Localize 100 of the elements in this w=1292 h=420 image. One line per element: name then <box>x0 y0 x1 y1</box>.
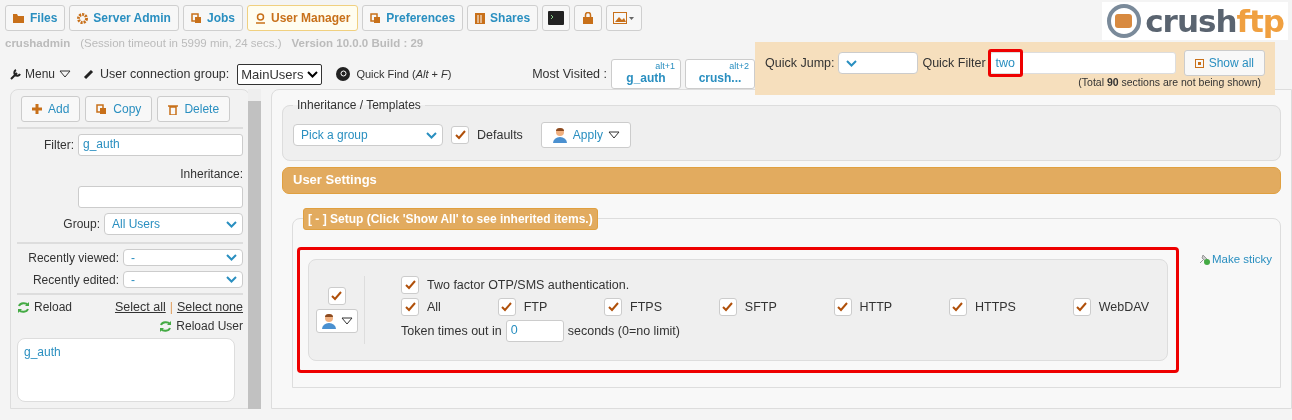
token-timeout-hint: seconds (0=no limit) <box>567 324 680 338</box>
checkbox[interactable] <box>327 287 346 305</box>
make-sticky-link[interactable]: Make sticky <box>1197 253 1272 265</box>
defaults-label: Defaults <box>477 128 523 142</box>
checkmark-icon <box>837 302 849 312</box>
quick-filter-label: Quick Filter <box>922 56 986 70</box>
checkbox[interactable] <box>833 298 852 316</box>
checkmark-icon <box>607 302 619 312</box>
copy-icon <box>190 12 202 24</box>
pin-icon <box>1197 253 1210 265</box>
user-list-item[interactable]: g_auth <box>24 345 228 359</box>
user-action-button[interactable]: Delete <box>157 96 231 122</box>
section-header[interactable]: User Settings <box>282 167 1281 194</box>
folder-icon <box>13 13 25 23</box>
checkbox[interactable] <box>604 298 623 316</box>
caret-icon <box>607 131 620 139</box>
username: crushadmin <box>5 37 71 49</box>
wrench-icon <box>10 68 21 80</box>
scrollbar[interactable] <box>248 89 261 409</box>
user-action-button[interactable]: Add <box>21 96 81 122</box>
plus-square-icon <box>1194 58 1204 68</box>
inheritance-label: Inheritance: <box>180 167 243 181</box>
user-icon <box>254 12 266 24</box>
token-timeout-field[interactable]: 0 <box>505 320 564 342</box>
recently-edited-label: Recently edited: <box>32 272 119 287</box>
checkbox[interactable] <box>718 298 737 316</box>
most-visited-button[interactable]: alt+1 g_auth <box>611 59 681 89</box>
checkbox[interactable] <box>451 126 469 144</box>
user-menu-button[interactable] <box>315 309 358 333</box>
protocol-label: WebDAV <box>1098 300 1149 314</box>
chevron-icon <box>226 220 237 228</box>
select-all-link[interactable]: Select all <box>115 300 166 314</box>
protocol-label: HTTPS <box>974 300 1016 314</box>
user-icon <box>551 127 568 143</box>
copy-icon <box>96 103 108 115</box>
image-menu-button[interactable] <box>606 5 643 31</box>
link-icon <box>83 68 95 80</box>
connection-group-select[interactable]: MainUsers <box>237 63 323 85</box>
protocol-label: FTP <box>523 300 548 314</box>
show-all-button[interactable]: Show all <box>1183 50 1265 76</box>
reload-user-link[interactable]: Reload User <box>159 319 243 333</box>
setup-toggle[interactable]: [ - ] Setup (Click 'Show All' to see inherited items.) <box>303 208 598 230</box>
chevron-icon <box>846 59 858 67</box>
checkmark-icon <box>722 302 734 312</box>
group-picker[interactable]: Pick a group <box>293 124 443 146</box>
separator: | <box>169 300 173 314</box>
copy-icon <box>370 12 382 24</box>
two-factor-label: Two factor OTP/SMS authentication. <box>427 278 630 292</box>
nav-tab[interactable]: Preferences <box>362 5 464 31</box>
chevron-icon <box>226 254 237 261</box>
quick-jump-label: Quick Jump: <box>765 56 835 70</box>
checkmark-icon <box>331 291 342 301</box>
book-icon <box>475 12 486 24</box>
terminal-button[interactable] <box>542 5 571 31</box>
select-none-link[interactable]: Select none <box>176 300 243 314</box>
nav-tab[interactable]: Server Admin <box>69 5 179 31</box>
protocol-label: SFTP <box>744 300 777 314</box>
apply-button[interactable]: Apply <box>540 122 631 148</box>
nav-tab[interactable]: Files <box>5 5 66 31</box>
nav-tab[interactable]: Shares <box>467 5 539 31</box>
checkbox[interactable] <box>1072 298 1091 316</box>
most-visited-button[interactable]: alt+2 crush... <box>685 59 755 89</box>
group-label: Group: <box>63 217 100 231</box>
logo: crushftp <box>1102 2 1288 40</box>
checkmark-icon <box>454 130 466 140</box>
menu-button[interactable]: Menu <box>10 67 72 81</box>
recently-edited-select[interactable]: - <box>123 271 243 288</box>
panel-title: Inheritance / Templates <box>296 98 422 112</box>
checkmark-icon <box>1076 302 1088 312</box>
recently-viewed-label: Recently viewed: <box>28 250 119 265</box>
most-visited-label: Most Visited : <box>532 67 607 81</box>
filter-label: Filter: <box>44 138 74 152</box>
checkbox[interactable] <box>948 298 967 316</box>
protocol-label: All <box>427 300 441 314</box>
quick-find-link[interactable]: Quick Find (Alt + F) <box>356 68 452 80</box>
group-select[interactable]: All Users <box>104 213 243 235</box>
filter-field[interactable]: g_auth <box>78 134 243 156</box>
reload-link[interactable]: Reload <box>17 300 73 314</box>
caret-icon <box>340 317 353 325</box>
inheritance-field[interactable] <box>78 186 243 208</box>
image-icon <box>613 12 636 24</box>
checkmark-icon <box>501 302 513 312</box>
hidden-sections-note: (Total 90 sections are not being shown) <box>1078 76 1261 88</box>
checkbox[interactable] <box>401 298 419 316</box>
checkmark-icon <box>952 302 964 312</box>
nav-tab[interactable]: Jobs <box>182 5 243 31</box>
checkmark-icon <box>404 280 416 290</box>
refresh-icon <box>159 319 173 333</box>
version-label: Version 10.0.0 Build : 29 <box>291 37 424 49</box>
refresh-icon <box>17 300 30 314</box>
user-action-button[interactable]: Copy <box>85 96 153 122</box>
quick-filter-field[interactable]: two <box>989 52 1176 74</box>
checkbox[interactable] <box>497 298 516 316</box>
protocol-label: FTPS <box>630 300 663 314</box>
checkbox[interactable] <box>401 276 419 294</box>
checkmark-icon <box>404 302 416 312</box>
recently-viewed-select[interactable]: - <box>123 249 243 266</box>
nav-tab[interactable]: User Manager <box>246 5 359 31</box>
connection-group-label: User connection group: <box>100 67 230 81</box>
caret-icon <box>59 70 72 78</box>
